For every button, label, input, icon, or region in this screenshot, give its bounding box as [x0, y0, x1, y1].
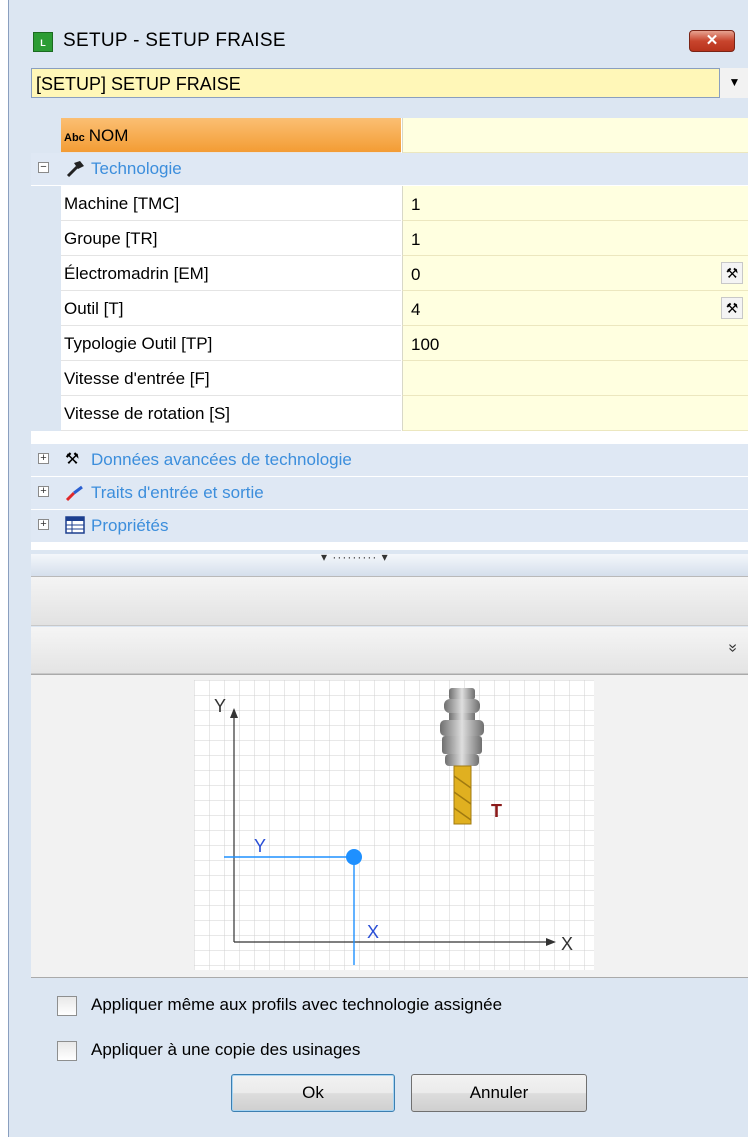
collapse-icon[interactable]: −	[38, 162, 49, 173]
expand-icon[interactable]: +	[38, 486, 49, 497]
property-label: Typologie Outil [TP]	[64, 334, 213, 353]
property-value[interactable]	[402, 396, 748, 431]
property-value[interactable]: 100	[402, 326, 748, 361]
property-value[interactable]: 1	[402, 221, 748, 256]
property-label: Machine [TMC]	[64, 194, 180, 213]
chevron-down-icon[interactable]: ▼	[719, 68, 748, 98]
property-row-groupe[interactable]: Groupe [TR] 1	[31, 221, 748, 256]
origin-marker	[346, 849, 362, 865]
splitter-grip-icon: ▾ ········· ▾	[321, 550, 389, 564]
pen-icon	[65, 483, 87, 503]
apply-copy-checkbox[interactable]	[57, 1041, 77, 1061]
property-value[interactable]: 4 ⚒	[402, 291, 748, 326]
tools-picker-icon[interactable]: ⚒	[721, 297, 743, 319]
y-axis-label: Y	[214, 696, 226, 716]
app-icon: L	[33, 32, 53, 52]
property-label-nom: NOM	[88, 126, 129, 145]
category-label: Propriétés	[91, 516, 169, 535]
setup-select[interactable]: [SETUP] SETUP FRAISE ▼	[31, 68, 748, 98]
setup-preview-diagram: Y X Y X T	[194, 680, 594, 970]
preview-panel: Y X Y X T	[31, 674, 748, 978]
property-label: Électromadrin [EM]	[64, 264, 209, 283]
property-value[interactable]	[402, 361, 748, 396]
cancel-button[interactable]: Annuler	[411, 1074, 587, 1112]
window-title: SETUP - SETUP FRAISE	[63, 30, 286, 51]
setup-dialog: L SETUP - SETUP FRAISE ✕ [SETUP] SETUP F…	[8, 0, 748, 1137]
property-value-nom[interactable]	[402, 118, 748, 153]
abc-icon: Abc	[64, 132, 85, 144]
property-row-nom[interactable]: Abc NOM	[31, 118, 748, 153]
hammer-icon	[65, 159, 87, 179]
property-value[interactable]: 1	[402, 186, 748, 221]
property-row-outil[interactable]: Outil [T] 4 ⚒	[31, 291, 748, 326]
property-value[interactable]: 0 ⚒	[402, 256, 748, 291]
property-row-typologie[interactable]: Typologie Outil [TP] 100	[31, 326, 748, 361]
apply-copy-label[interactable]: Appliquer à une copie des usinages	[91, 1040, 360, 1060]
close-button[interactable]: ✕	[689, 30, 735, 52]
description-panel	[31, 576, 748, 626]
category-donnees-avancees[interactable]: + ⚒ Données avancées de technologie	[31, 444, 748, 477]
property-grid: Abc NOM − Technologie Machine [TMC] 1 Gro…	[31, 118, 748, 550]
table-icon	[65, 516, 87, 536]
title-bar: L SETUP - SETUP FRAISE ✕	[9, 0, 748, 62]
splitter-handle[interactable]: ▾ ········· ▾	[31, 550, 748, 576]
tool-label: T	[491, 801, 502, 821]
x-marker-label: X	[367, 922, 379, 942]
category-label: Données avancées de technologie	[91, 450, 352, 469]
property-row-vitesse-rotation[interactable]: Vitesse de rotation [S]	[31, 396, 748, 431]
property-label: Outil [T]	[64, 299, 124, 318]
apply-profiles-checkbox[interactable]	[57, 996, 77, 1016]
property-label: Groupe [TR]	[64, 229, 158, 248]
chevron-double-down-icon[interactable]: »	[724, 644, 742, 653]
category-label-technologie: Technologie	[91, 159, 182, 178]
category-traits-entree-sortie[interactable]: + Traits d'entrée et sortie	[31, 477, 748, 510]
setup-select-value: [SETUP] SETUP FRAISE	[36, 74, 241, 94]
tools-icon: ⚒	[65, 451, 80, 468]
property-label: Vitesse d'entrée [F]	[64, 369, 210, 388]
y-marker-label: Y	[254, 836, 266, 856]
property-row-machine[interactable]: Machine [TMC] 1	[31, 186, 748, 221]
category-proprietes[interactable]: + Propriétés	[31, 510, 748, 543]
category-label: Traits d'entrée et sortie	[91, 483, 264, 502]
property-label: Vitesse de rotation [S]	[64, 404, 231, 423]
category-technologie[interactable]: − Technologie	[31, 153, 748, 186]
tools-picker-icon[interactable]: ⚒	[721, 262, 743, 284]
x-axis-label: X	[561, 934, 573, 954]
ok-button[interactable]: Ok	[231, 1074, 395, 1112]
property-row-electromandrin[interactable]: Électromadrin [EM] 0 ⚒	[31, 256, 748, 291]
property-row-vitesse-entree[interactable]: Vitesse d'entrée [F]	[31, 361, 748, 396]
collapsible-panel-header[interactable]: »	[31, 627, 748, 674]
apply-profiles-label[interactable]: Appliquer même aux profils avec technolo…	[91, 995, 502, 1015]
expand-icon[interactable]: +	[38, 453, 49, 464]
expand-icon[interactable]: +	[38, 519, 49, 530]
